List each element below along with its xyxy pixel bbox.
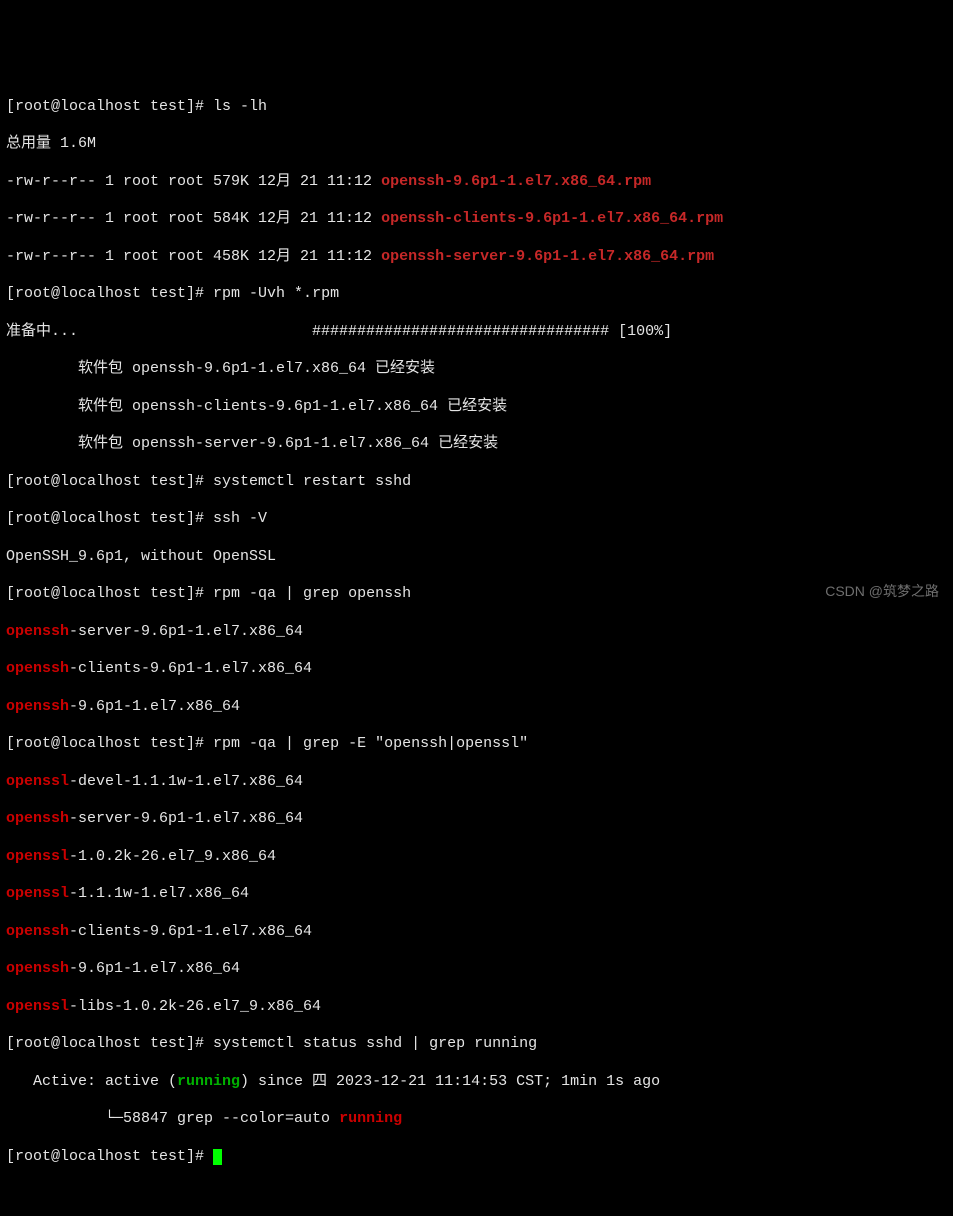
grep-match: openssh	[6, 660, 69, 677]
cmd-rpm-qa2: rpm -qa | grep -E "openssh|openssl"	[213, 735, 528, 752]
file-name: openssh-9.6p1-1.el7.x86_64.rpm	[381, 173, 651, 190]
grep-rest: -server-9.6p1-1.el7.x86_64	[69, 623, 303, 640]
grep-rest: -server-9.6p1-1.el7.x86_64	[69, 810, 303, 827]
file-perms: -rw-r--r-- 1 root root 458K 12月 21 11:12	[6, 248, 381, 265]
cmd-restart: systemctl restart sshd	[213, 473, 411, 490]
grep-match: openssl	[6, 885, 69, 902]
prompt: [root@localhost test]#	[6, 98, 213, 115]
prompt: [root@localhost test]#	[6, 1148, 213, 1165]
cmd-status: systemctl status sshd | grep running	[213, 1035, 537, 1052]
grep-rest: -libs-1.0.2k-26.el7_9.x86_64	[69, 998, 321, 1015]
file-name: openssh-clients-9.6p1-1.el7.x86_64.rpm	[381, 210, 723, 227]
grep-rest: -clients-9.6p1-1.el7.x86_64	[69, 660, 312, 677]
grep-proc-match: running	[339, 1110, 402, 1127]
grep-rest: -devel-1.1.1w-1.el7.x86_64	[69, 773, 303, 790]
grep-proc-pre: └─58847 grep --color=auto	[6, 1110, 339, 1127]
grep-match: openssl	[6, 773, 69, 790]
ssh-version: OpenSSH_9.6p1, without OpenSSL	[6, 548, 947, 567]
grep-match: openssh	[6, 923, 69, 940]
grep-match: openssh	[6, 698, 69, 715]
grep-match: openssh	[6, 960, 69, 977]
cmd-rpm-install: rpm -Uvh *.rpm	[213, 285, 339, 302]
rpm-prepare: 准备中... #################################…	[6, 323, 947, 342]
terminal-output[interactable]: [root@localhost test]# ls -lh 总用量 1.6M -…	[6, 79, 947, 1185]
grep-match: openssh	[6, 623, 69, 640]
prompt: [root@localhost test]#	[6, 735, 213, 752]
prompt: [root@localhost test]#	[6, 1035, 213, 1052]
grep-match: openssh	[6, 810, 69, 827]
cmd-ssh-v: ssh -V	[213, 510, 267, 527]
grep-rest: -clients-9.6p1-1.el7.x86_64	[69, 923, 312, 940]
grep-match: openssl	[6, 998, 69, 1015]
prompt: [root@localhost test]#	[6, 285, 213, 302]
rpm-already: 软件包 openssh-server-9.6p1-1.el7.x86_64 已经…	[6, 435, 947, 454]
prompt: [root@localhost test]#	[6, 510, 213, 527]
prompt: [root@localhost test]#	[6, 585, 213, 602]
cursor[interactable]	[213, 1149, 222, 1165]
grep-rest: -9.6p1-1.el7.x86_64	[69, 960, 240, 977]
grep-rest: -1.1.1w-1.el7.x86_64	[69, 885, 249, 902]
grep-match: openssl	[6, 848, 69, 865]
cmd-rpm-qa1: rpm -qa | grep openssh	[213, 585, 411, 602]
status-post: ) since 四 2023-12-21 11:14:53 CST; 1min …	[240, 1073, 660, 1090]
rpm-already: 软件包 openssh-9.6p1-1.el7.x86_64 已经安装	[6, 360, 947, 379]
cmd-ls: ls -lh	[213, 98, 267, 115]
status-running: running	[177, 1073, 240, 1090]
file-perms: -rw-r--r-- 1 root root 584K 12月 21 11:12	[6, 210, 381, 227]
status-pre: Active: active (	[6, 1073, 177, 1090]
file-name: openssh-server-9.6p1-1.el7.x86_64.rpm	[381, 248, 714, 265]
grep-rest: -9.6p1-1.el7.x86_64	[69, 698, 240, 715]
ls-total: 总用量 1.6M	[6, 135, 947, 154]
watermark: CSDN @筑梦之路	[825, 583, 939, 601]
grep-rest: -1.0.2k-26.el7_9.x86_64	[69, 848, 276, 865]
file-perms: -rw-r--r-- 1 root root 579K 12月 21 11:12	[6, 173, 381, 190]
rpm-already: 软件包 openssh-clients-9.6p1-1.el7.x86_64 已…	[6, 398, 947, 417]
prompt: [root@localhost test]#	[6, 473, 213, 490]
